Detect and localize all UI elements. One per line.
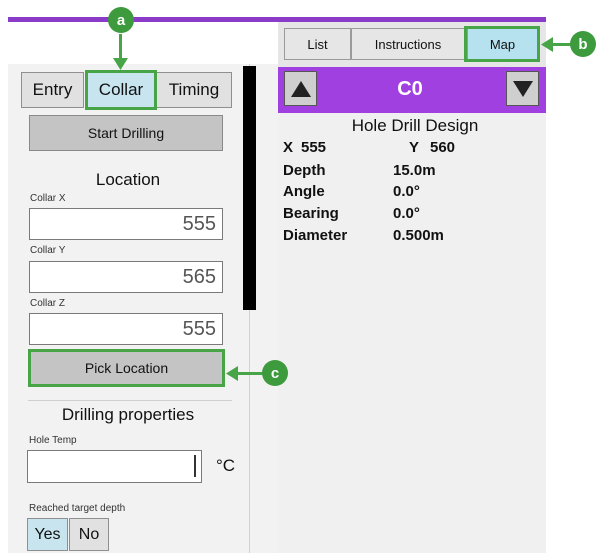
drilling-properties-title: Drilling properties xyxy=(61,405,195,424)
hole-id: C0 xyxy=(397,78,423,100)
diameter-label: Diameter xyxy=(283,227,348,244)
x-label: X xyxy=(283,139,294,156)
hole-temp-label: Hole Temp xyxy=(29,435,77,446)
depth-value: 15.0m xyxy=(393,162,436,179)
callout-c-arrow-icon xyxy=(226,366,238,381)
angle-value: 0.0° xyxy=(393,183,420,200)
pick-location-highlight xyxy=(28,349,225,387)
tab-timing[interactable]: Timing xyxy=(156,72,232,108)
collar-x-label: Collar X xyxy=(30,193,66,204)
callout-b-line xyxy=(550,43,572,46)
collar-y-field[interactable]: 565 xyxy=(29,261,223,293)
collar-x-field[interactable]: 555 xyxy=(29,208,223,240)
collar-z-label: Collar Z xyxy=(30,298,66,309)
map-tab-highlight xyxy=(464,26,540,62)
start-drilling-button[interactable]: Start Drilling xyxy=(29,115,223,151)
hole-temp-unit: °C xyxy=(216,456,236,475)
collar-tab-highlight xyxy=(85,70,157,110)
reached-target-depth-label: Reached target depth xyxy=(29,503,126,514)
callout-a: a xyxy=(108,7,134,33)
triangle-up-icon xyxy=(290,80,311,97)
location-title: Location xyxy=(95,170,161,189)
bearing-label: Bearing xyxy=(283,205,339,222)
next-hole-button[interactable] xyxy=(506,71,539,106)
callout-b: b xyxy=(570,31,596,57)
y-label: Y xyxy=(409,139,420,156)
collar-z-field[interactable]: 555 xyxy=(29,313,223,345)
tab-instructions[interactable]: Instructions xyxy=(351,28,465,60)
hole-design-panel xyxy=(278,113,546,553)
angle-label: Angle xyxy=(283,183,325,200)
callout-a-arrow-icon xyxy=(113,58,128,70)
x-value: 555 xyxy=(301,139,327,156)
previous-hole-button[interactable] xyxy=(284,71,317,106)
hole-temp-field[interactable] xyxy=(27,450,202,483)
diameter-value: 0.500m xyxy=(393,227,444,244)
section-divider xyxy=(28,400,232,401)
left-header-area xyxy=(8,22,278,65)
callout-b-arrow-icon xyxy=(541,37,553,52)
callout-c: c xyxy=(262,360,288,386)
triangle-down-icon xyxy=(512,80,533,97)
tab-entry[interactable]: Entry xyxy=(21,72,84,108)
yes-toggle[interactable]: Yes xyxy=(27,518,68,551)
no-toggle[interactable]: No xyxy=(69,518,109,551)
bearing-value: 0.0° xyxy=(393,205,420,222)
callout-c-line xyxy=(236,372,264,375)
tab-list[interactable]: List xyxy=(284,28,351,60)
scrollbar-thumb[interactable] xyxy=(243,66,256,310)
hole-design-title: Hole Drill Design xyxy=(351,116,479,135)
text-cursor xyxy=(194,455,196,477)
collar-y-label: Collar Y xyxy=(30,245,66,256)
y-value: 560 xyxy=(430,139,456,156)
depth-label: Depth xyxy=(283,162,326,179)
